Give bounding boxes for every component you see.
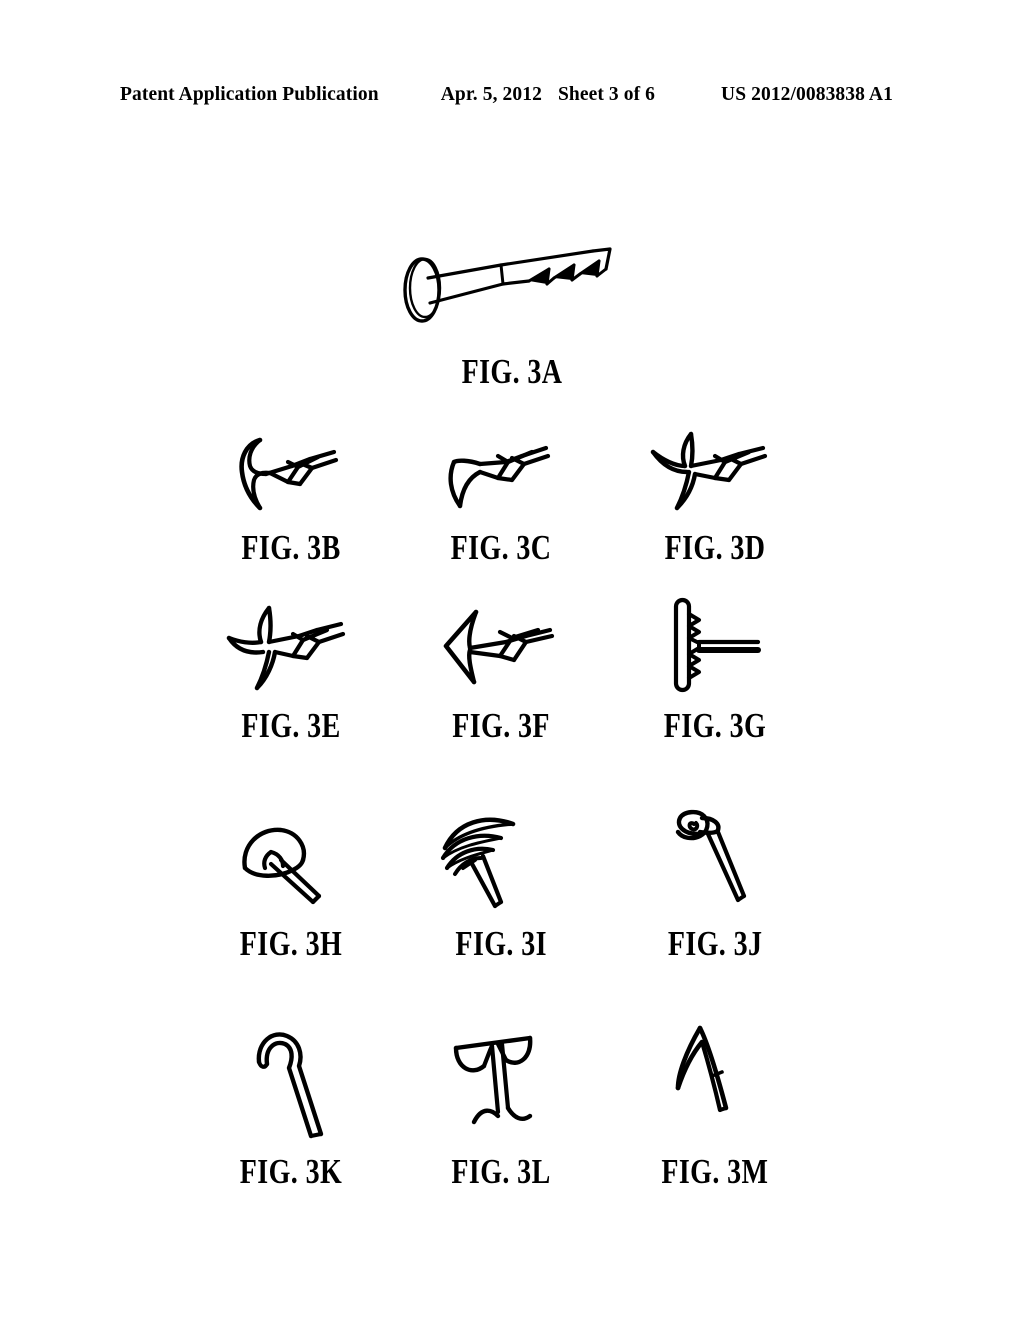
t-shaped-wing-anchor-figure (453, 1035, 533, 1125)
figure-3b-artwork-box (226, 418, 356, 516)
figure-3e-artwork-box (223, 596, 359, 694)
shepherds-hook-anchor-figure (256, 1032, 324, 1139)
t-bar-toggle-anchor-figure (673, 597, 761, 693)
figure-3b: FIG. 3B (202, 418, 380, 565)
figure-3m-label: FIG. 3M (661, 1152, 769, 1191)
figure-3c-artwork-box (436, 418, 566, 516)
figure-3j-label: FIG. 3J (667, 924, 763, 963)
figure-3f-artwork-box (436, 596, 566, 694)
figure-3j: FIG. 3J (626, 796, 804, 961)
figure-3c: FIG. 3C (412, 418, 590, 565)
figure-3d-label: FIG. 3D (664, 528, 766, 567)
figure-3h-label: FIG. 3H (239, 924, 343, 963)
figure-3a: FIG. 3A (372, 222, 652, 389)
figure-3g: FIG. 3G (626, 596, 804, 743)
figure-3i-label: FIG. 3I (455, 924, 547, 963)
figure-3j-artwork-box (662, 796, 768, 908)
figure-3g-artwork-box (660, 596, 770, 694)
figure-3l: FIG. 3L (412, 1012, 590, 1189)
figure-3k-artwork-box (245, 1012, 337, 1139)
figure-3f-label: FIG. 3F (452, 706, 550, 745)
figure-3h-artwork-box (235, 796, 347, 908)
figure-3d: FIG. 3D (626, 418, 804, 565)
figure-3l-label: FIG. 3L (451, 1152, 551, 1191)
figure-3i: FIG. 3I (412, 796, 590, 961)
figure-3k-label: FIG. 3K (239, 1152, 343, 1191)
figure-3m-artwork-box (668, 1012, 762, 1138)
splayed-umbrella-rib-anchor-figure (440, 817, 516, 909)
figure-3d-artwork-box (647, 418, 783, 516)
figure-3e: FIG. 3E (202, 596, 380, 743)
figure-3b-label: FIG. 3B (241, 528, 341, 567)
coiled-loop-head-anchor-figure (675, 809, 747, 903)
figure-3h: FIG. 3H (202, 796, 380, 961)
hooked-tip-barbed-anchor-figure (239, 437, 339, 511)
figure-3k: FIG. 3K (202, 1012, 380, 1189)
barbed-shaft-with-disc-head-figure (403, 247, 612, 323)
figure-3f: FIG. 3F (412, 596, 590, 743)
mushroom-cap-anchor-figure (242, 827, 322, 905)
curved-blade-tip-barbed-anchor-figure (448, 445, 551, 509)
figure-3e-label: FIG. 3E (241, 706, 341, 745)
four-prong-tip-barbed-anchor-figure (226, 605, 346, 691)
figure-sheet: FIG. 3A FIG. 3B FIG. 3C FIG. 3D FIG. 3E … (0, 0, 1024, 1320)
figure-3a-label: FIG. 3A (461, 352, 563, 391)
figure-3m: FIG. 3M (626, 1012, 804, 1189)
three-prong-tip-barbed-anchor-figure (650, 431, 768, 511)
single-barb-harpoon-anchor-figure (675, 1025, 729, 1113)
figure-3g-label: FIG. 3G (663, 706, 767, 745)
arrowhead-tip-barbed-anchor-figure (443, 609, 555, 685)
figure-3c-label: FIG. 3C (450, 528, 552, 567)
figure-3i-artwork-box (440, 796, 561, 909)
figure-3l-artwork-box (446, 1012, 556, 1138)
figure-3a-artwork-box (397, 222, 627, 340)
